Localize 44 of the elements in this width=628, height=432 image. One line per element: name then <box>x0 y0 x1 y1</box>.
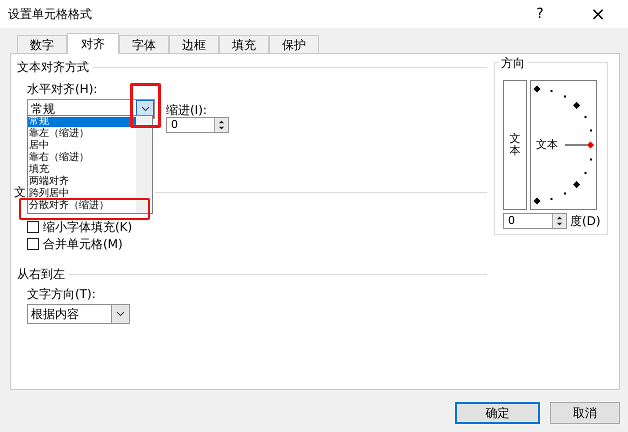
section-title: 方向 <box>499 56 527 70</box>
dropdown-option[interactable]: 居中 <box>28 141 136 151</box>
tab[interactable]: 填充 <box>219 35 269 53</box>
dropdown-option[interactable]: 填充 <box>28 165 136 175</box>
orientation-dial[interactable]: 文本 <box>530 80 597 210</box>
dropdown-option[interactable]: 分散对齐（缩进） <box>28 201 136 211</box>
dialog-button[interactable]: 取消 <box>550 402 620 424</box>
field-label: 文字方向(T): <box>27 287 97 301</box>
window-title: 设置单元格格式 <box>8 6 93 23</box>
highlight-frame <box>130 83 161 128</box>
field-label: 缩进(I): <box>166 103 208 117</box>
indent-spinner[interactable]: 0 <box>166 117 229 133</box>
dropdown-option[interactable]: 跨列居中 <box>28 189 136 199</box>
section-title: 文 <box>14 185 26 199</box>
close-button[interactable]: × <box>576 0 620 28</box>
orientation-pointer[interactable] <box>565 141 595 149</box>
tab[interactable]: 字体 <box>119 35 169 53</box>
section-title: 文本对齐方式 <box>17 60 89 74</box>
caret-icon <box>140 106 150 112</box>
spinner-buttons[interactable] <box>552 214 566 228</box>
vertical-text-box[interactable]: 文本 <box>503 80 527 210</box>
dropdown-option[interactable]: 靠右（缩进） <box>28 153 136 163</box>
tab[interactable]: 保护 <box>269 35 319 53</box>
spinner-buttons[interactable] <box>214 118 228 132</box>
checkbox-option[interactable]: 缩小字体填充(K) <box>27 220 487 234</box>
dropdown-option[interactable]: 两端对齐 <box>28 177 136 187</box>
text-direction-select[interactable]: 根据内容 <box>27 304 130 324</box>
field-label: 水平对齐(H): <box>27 82 98 96</box>
tab[interactable]: 对齐 <box>67 33 119 54</box>
caret-icon <box>116 311 125 317</box>
dialog-button[interactable]: 确定 <box>455 402 540 424</box>
checkbox[interactable] <box>27 238 39 250</box>
field-label: 度(D) <box>570 214 601 228</box>
scrollbar[interactable] <box>136 116 152 213</box>
tab[interactable]: 边框 <box>169 35 219 53</box>
degrees-spinner[interactable]: 0 <box>503 213 567 229</box>
checkbox-option[interactable]: 合并单元格(M) <box>27 237 487 251</box>
vertical-text: 文本 <box>510 132 520 158</box>
tab[interactable]: 数字 <box>17 35 67 53</box>
dial-text: 文本 <box>536 138 558 152</box>
section-title: 从右到左 <box>17 267 65 281</box>
help-button[interactable]: ? <box>520 4 560 24</box>
checkbox[interactable] <box>27 221 39 233</box>
dropdown-option[interactable]: 靠左（缩进） <box>28 129 136 139</box>
